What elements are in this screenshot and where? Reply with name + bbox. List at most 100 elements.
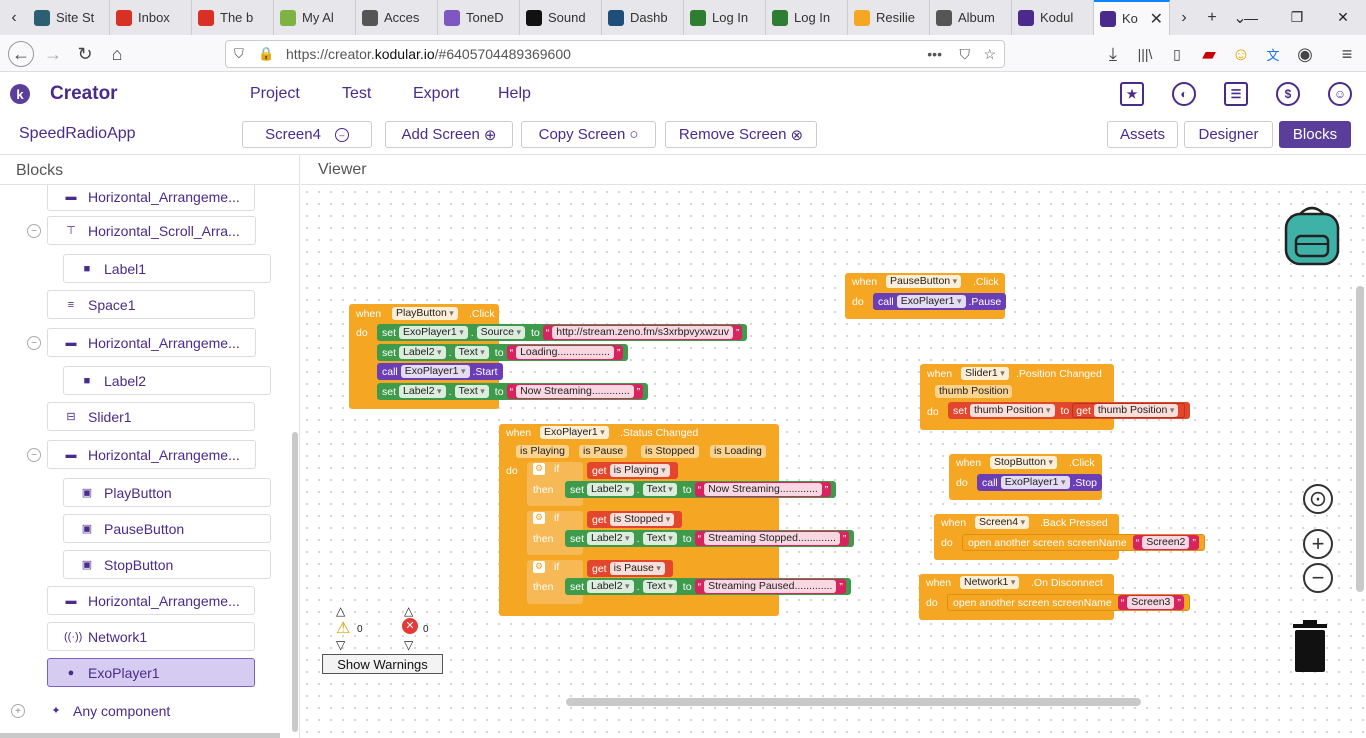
set-source-block[interactable]: set ExoPlayer1 . Source to “http://strea… <box>377 324 748 341</box>
browser-tab[interactable]: The b <box>192 0 274 35</box>
bookmark-star-icon[interactable]: ☆ <box>983 46 996 63</box>
collapse-toggle-icon[interactable]: − <box>27 448 41 462</box>
stop-click-block[interactable]: when StopButton .Click do call ExoPlayer… <box>949 454 1103 500</box>
tree-node[interactable]: ▣ PauseButton <box>63 514 271 543</box>
browser-tab[interactable]: Inbox <box>110 0 192 35</box>
home-icon[interactable]: ⌂ <box>104 41 130 67</box>
error-up-arrow-icon[interactable]: △ <box>404 604 413 618</box>
tree-node[interactable]: ▬ Horizontal_Arrangeme... <box>47 328 256 357</box>
call-stop-block[interactable]: call ExoPlayer1 .Stop <box>977 474 1103 491</box>
browser-tab[interactable]: ToneD <box>438 0 520 35</box>
designer-button[interactable]: Designer <box>1184 121 1273 148</box>
zoom-in-icon[interactable]: + <box>1303 529 1333 559</box>
account-circle-icon[interactable]: ☺ <box>1328 82 1352 106</box>
browser-tab[interactable]: Kodul <box>1012 0 1094 35</box>
remove-screen-button[interactable]: Remove Screen ⊗ <box>665 121 817 148</box>
tree-node[interactable]: ⊤ Horizontal_Scroll_Arra... <box>47 216 256 245</box>
menu-icon[interactable]: ≡ <box>1334 41 1360 67</box>
play-click-block[interactable]: when PlayButton .Click do set ExoPlayer1… <box>349 304 748 409</box>
expand-toggle-icon[interactable]: + <box>11 704 25 718</box>
library-icon[interactable]: |||\ <box>1132 41 1158 67</box>
new-tab-icon[interactable]: + <box>1198 0 1226 35</box>
trash-icon[interactable] <box>1291 618 1329 674</box>
collapse-toggle-icon[interactable]: − <box>27 336 41 350</box>
tree-node[interactable]: ▣ StopButton <box>63 550 271 579</box>
tree-node[interactable]: ▬ Horizontal_Arrangeme... <box>47 586 255 615</box>
set-label-playing-block[interactable]: set Label2. Text to “Now Streaming......… <box>565 481 837 498</box>
open-screen2-block[interactable]: open another screen screenName “Screen2” <box>962 534 1205 551</box>
folder-star-icon[interactable]: ★ <box>1120 82 1144 106</box>
open-screen3-block[interactable]: open another screen screenName “Screen3” <box>947 594 1190 611</box>
collapse-toggle-icon[interactable]: − <box>27 224 41 238</box>
forward-icon[interactable]: → <box>40 41 66 67</box>
tab-scroll-left-icon[interactable]: ‹ <box>0 0 28 35</box>
recenter-icon[interactable]: ⊙ <box>1303 484 1333 514</box>
menu-project[interactable]: Project <box>250 85 300 103</box>
tree-node[interactable]: ((·)) Network1 <box>47 622 255 651</box>
panel-vertical-scrollbar[interactable] <box>292 432 298 732</box>
emoji-extension-icon[interactable]: ☺ <box>1228 41 1254 67</box>
play-component-dropdown[interactable]: PlayButton <box>392 307 458 320</box>
show-warnings-button[interactable]: Show Warnings <box>322 654 443 674</box>
tree-node[interactable]: ▣ PlayButton <box>63 478 271 507</box>
call-pause-block[interactable]: call ExoPlayer1 .Pause <box>873 293 1007 310</box>
browser-tab[interactable]: Sound <box>520 0 602 35</box>
source-url-text[interactable]: http://stream.zeno.fm/s3xrbpvyxwzuv <box>552 326 733 339</box>
warning-down-arrow-icon[interactable]: ▽ <box>336 638 345 652</box>
blocks-button[interactable]: Blocks <box>1279 121 1351 148</box>
sidebar-icon[interactable]: ▯ <box>1164 41 1190 67</box>
back-icon[interactable]: ← <box>8 41 34 67</box>
warning-up-arrow-icon[interactable]: △ <box>336 604 345 618</box>
kodular-logo-icon[interactable]: k <box>10 84 30 104</box>
set-label-stopped-block[interactable]: set Label2. Text to “Streaming Stopped..… <box>565 530 855 547</box>
close-tab-icon[interactable]: ✕ <box>1150 9 1163 29</box>
reload-icon[interactable]: ↻ <box>72 41 98 67</box>
workspace-horizontal-scrollbar[interactable] <box>566 698 1141 706</box>
backpack-icon[interactable] <box>1278 200 1346 268</box>
minimize-icon[interactable]: — <box>1228 0 1274 35</box>
menu-test[interactable]: Test <box>342 85 371 103</box>
panel-horizontal-scrollbar[interactable] <box>0 733 280 738</box>
restore-icon[interactable]: ❐ <box>1274 0 1320 35</box>
back-pressed-block[interactable]: when Screen4 .Back Pressed do open anoth… <box>934 514 1205 560</box>
workspace-vertical-scrollbar[interactable] <box>1356 286 1364 592</box>
set-label-loading-block[interactable]: set Label2 . Text to “Loading...........… <box>377 344 629 361</box>
browser-tab[interactable]: Acces <box>356 0 438 35</box>
menu-help[interactable]: Help <box>498 85 531 103</box>
browser-tab[interactable]: Log In <box>766 0 848 35</box>
zoom-out-icon[interactable]: − <box>1303 563 1333 593</box>
tree-node[interactable]: ■ Label2 <box>63 366 271 395</box>
gear-icon[interactable]: ⚙ <box>533 463 545 475</box>
active-tab[interactable]: Ko ✕ <box>1094 0 1170 35</box>
browser-tab[interactable]: Site St <box>28 0 110 35</box>
set-label-paused-block[interactable]: set Label2. Text to “Streaming Paused...… <box>565 578 851 595</box>
blocks-workspace[interactable]: when PauseButton .Click do call ExoPlaye… <box>301 186 1366 738</box>
tab-scroll-right-icon[interactable]: › <box>1170 0 1198 35</box>
url-bar[interactable]: ⛉ 🔒 https://creator. kodular.io/#64057044… <box>225 40 1005 68</box>
extension-icon[interactable]: ▰ <box>1196 41 1222 67</box>
call-start-block[interactable]: call ExoPlayer1 .Start <box>377 363 503 380</box>
dollar-icon[interactable]: $ <box>1276 82 1300 106</box>
browser-tab[interactable]: Dashb <box>602 0 684 35</box>
screen-select[interactable]: Screen4 – <box>242 121 372 148</box>
slider-position-block[interactable]: when Slider1 .Position Changed thumb Pos… <box>920 364 1191 430</box>
pause-component-dropdown[interactable]: PauseButton <box>886 275 962 288</box>
tree-node[interactable]: ▬ Horizontal_Arrangeme... <box>47 440 256 469</box>
pause-click-block[interactable]: when PauseButton .Click do call ExoPlaye… <box>845 273 1007 319</box>
browser-tab[interactable]: Album <box>930 0 1012 35</box>
window-close-icon[interactable]: ✕ <box>1320 0 1366 35</box>
status-changed-block[interactable]: when ExoPlayer1 .Status Changed is Playi… <box>499 424 855 616</box>
tree-node[interactable]: ✦ Any component <box>33 696 241 725</box>
palette-icon[interactable]: ◐ <box>1172 82 1196 106</box>
account-icon[interactable]: ◉ <box>1292 41 1318 67</box>
translate-icon[interactable]: 文 <box>1260 41 1286 67</box>
gear-icon[interactable]: ⚙ <box>533 512 545 524</box>
browser-tab[interactable]: Resilie <box>848 0 930 35</box>
tree-node[interactable]: ▬ Horizontal_Arrangeme... <box>47 185 255 211</box>
library-book-icon[interactable]: ☰ <box>1224 82 1248 106</box>
tree-node[interactable]: ≡ Space1 <box>47 290 255 319</box>
browser-tab[interactable]: Log In <box>684 0 766 35</box>
tree-node[interactable]: ● ExoPlayer1 <box>47 658 255 687</box>
set-label-streaming-block[interactable]: set Label2 . Text to “Now Streaming.....… <box>377 383 649 400</box>
network-disconnect-block[interactable]: when Network1 .On Disconnect do open ano… <box>919 574 1190 620</box>
